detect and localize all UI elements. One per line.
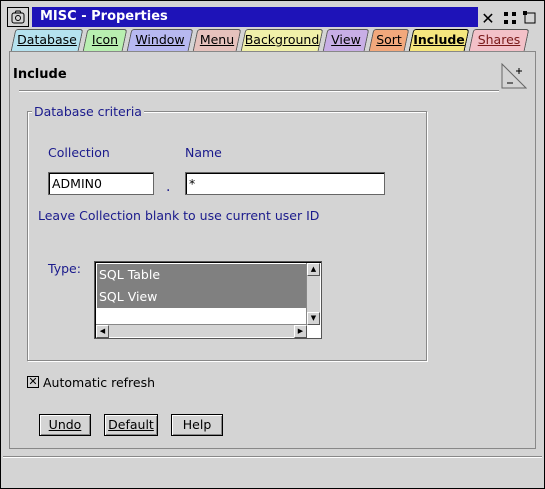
list-item[interactable]: SQL Table <box>97 264 307 286</box>
close-icon[interactable]: ✕ <box>479 9 497 28</box>
scroll-down-icon[interactable]: ▼ <box>307 312 320 325</box>
scroll-left-icon[interactable]: ◀ <box>96 325 109 338</box>
tab-shares[interactable]: Shares <box>471 29 527 51</box>
help-button[interactable]: Help <box>171 414 223 436</box>
window-title: MISC - Properties <box>32 7 478 27</box>
default-button[interactable]: Default <box>104 414 158 436</box>
system-menu-icon[interactable] <box>7 7 29 27</box>
undo-label: Undo <box>48 417 82 432</box>
tab-background[interactable]: Background <box>243 29 321 51</box>
minimize-icon[interactable] <box>521 9 539 27</box>
tab-icon[interactable]: Icon <box>85 29 125 51</box>
scroll-up-icon[interactable]: ▲ <box>307 263 320 276</box>
group-label: Database criteria <box>32 104 144 119</box>
name-input[interactable]: * <box>185 172 385 195</box>
type-label: Type: <box>48 261 81 276</box>
undo-button[interactable]: Undo <box>39 414 91 436</box>
page-divider <box>19 90 499 92</box>
collection-hint: Leave Collection blank to use current us… <box>38 208 320 223</box>
name-label: Name <box>185 145 222 160</box>
automatic-refresh-label[interactable]: Automatic refresh <box>43 375 155 390</box>
collection-input[interactable]: ADMIN0 <box>48 172 154 195</box>
collection-label: Collection <box>48 145 110 160</box>
vertical-scrollbar[interactable]: ▲ ▼ <box>306 263 320 325</box>
help-label: Help <box>182 417 212 432</box>
list-item[interactable]: SQL View <box>97 286 307 308</box>
status-bar <box>3 456 542 486</box>
tab-menu[interactable]: Menu <box>195 29 239 51</box>
tab-window[interactable]: Window <box>129 29 191 51</box>
tab-sort[interactable]: Sort <box>371 29 407 51</box>
properties-window: MISC - Properties ✕ Database Icon Window… <box>0 0 545 489</box>
page-dogear-icon[interactable] <box>501 62 528 89</box>
tab-include[interactable]: Include <box>411 29 467 51</box>
restore-icon[interactable] <box>501 9 519 27</box>
automatic-refresh-checkbox[interactable]: ✕ <box>27 376 39 388</box>
tab-database[interactable]: Database <box>13 29 81 51</box>
horizontal-scrollbar[interactable]: ◀ ▶ <box>96 324 307 338</box>
scroll-right-icon[interactable]: ▶ <box>294 325 307 338</box>
title-bar: MISC - Properties ✕ <box>5 5 542 29</box>
default-label: Default <box>108 417 154 432</box>
separator-dot: . <box>166 179 171 195</box>
page-title: Include <box>13 67 67 82</box>
type-listbox[interactable]: SQL Table SQL View ▲ ▼ ◀ ▶ <box>94 261 322 339</box>
tab-view[interactable]: View <box>325 29 367 51</box>
notebook-tabs: Database Icon Window Menu Background Vie… <box>9 29 542 51</box>
